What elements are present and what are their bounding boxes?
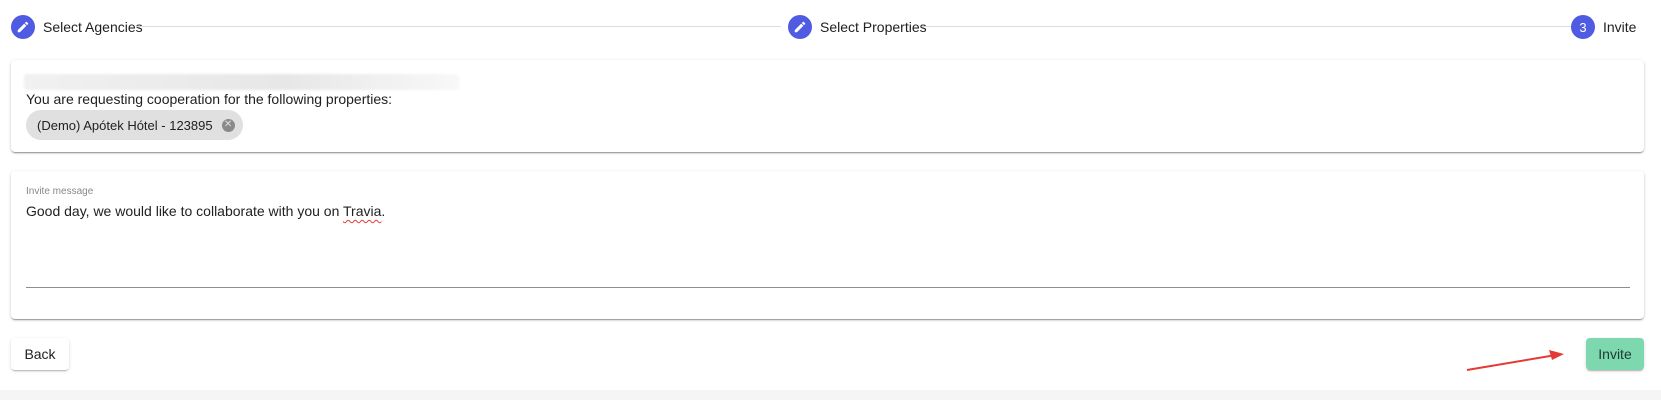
request-text: You are requesting cooperation for the f… [26,91,393,107]
step-number: 3 [1571,15,1595,39]
step-connector [136,26,781,27]
property-chip-label: (Demo) Apótek Hótel - 123895 [37,117,213,133]
step-select-agencies[interactable]: Select Agencies [11,15,143,39]
page-footer-background [0,390,1661,400]
step-connector [922,26,1572,27]
invite-message-text: Good day, we would like to collaborate w… [26,203,344,219]
chip-delete-icon[interactable]: ✕ [221,118,235,132]
spellcheck-word: Travia [343,203,382,219]
invite-message-suffix: . [381,203,386,219]
stepper: Select Agencies Select Properties 3 Invi… [0,0,1661,54]
back-button[interactable]: Back [11,338,69,370]
step-label: Select Agencies [43,19,143,35]
invite-message-input[interactable]: Good day, we would like to collaborate w… [26,203,385,219]
step-label: Invite [1603,19,1637,35]
step-invite[interactable]: 3 Invite [1571,15,1636,39]
input-underline [26,287,1630,288]
invite-button[interactable]: Invite [1586,338,1644,370]
step-label: Select Properties [820,19,927,35]
step-select-properties[interactable]: Select Properties [788,15,927,39]
invite-message-label: Invite message [26,186,94,197]
annotation-arrow-head [1549,350,1564,360]
property-chip[interactable]: (Demo) Apótek Hótel - 123895 ✕ [26,110,243,140]
pencil-icon [788,15,812,39]
annotation-arrow-line [1466,354,1557,371]
invite-message-card: Invite message Good day, we would like t… [11,171,1644,319]
properties-card: You are requesting cooperation for the f… [11,60,1644,152]
blurred-text [24,74,459,90]
pencil-icon [11,15,35,39]
